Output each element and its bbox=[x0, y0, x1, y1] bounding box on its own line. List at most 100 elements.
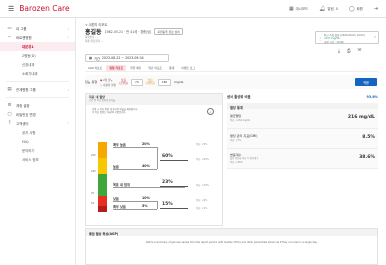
sidebar-item-nephrology[interactable]: 신장내과 bbox=[0, 60, 75, 69]
sidebar-item-ward-1[interactable]: 대분류1 bbox=[0, 42, 75, 51]
toolbar: ⤓ ⎙ ✉ bbox=[338, 48, 361, 54]
sidebar-item-faq[interactable]: FAQ bbox=[0, 137, 75, 146]
tab-agp[interactable]: AGP 리포트 bbox=[85, 65, 105, 71]
tick-250: 250 bbox=[91, 154, 96, 157]
sidebar-item-account[interactable]: ⚙ 계정 설정 bbox=[0, 101, 75, 110]
menu-icon[interactable]: ☰ bbox=[8, 5, 14, 13]
underline bbox=[160, 160, 188, 161]
sidebar-item-gastro[interactable]: 소화기내과 bbox=[0, 69, 75, 78]
dashboard-link[interactable]: ▦ 대시보드 bbox=[289, 6, 308, 12]
gmi-value: 8.5% bbox=[362, 135, 375, 141]
rule bbox=[113, 209, 157, 210]
pct-very-high: 20% bbox=[142, 142, 150, 146]
divider bbox=[6, 97, 69, 98]
diabetes-type-label: 당뇨 유형 bbox=[85, 80, 97, 84]
apply-button[interactable]: 적용 bbox=[355, 78, 377, 86]
main-content: < 내원자 리포트 홍길동 1982-05-21 · 만 41세 · 경증(남)… bbox=[76, 18, 386, 265]
sidebar-item-my-group[interactable]: ▭ 내 그룹 › bbox=[0, 24, 75, 33]
tick-180: 180 bbox=[91, 170, 96, 173]
mean-glucose-value: 216 mg/dL bbox=[347, 115, 375, 121]
radio-custom[interactable]: 사용자 설정 bbox=[100, 83, 116, 87]
tab-events[interactable]: 이벤트 로그 bbox=[178, 65, 198, 71]
status-badge: 회원등록 완료 상태 bbox=[154, 28, 183, 35]
goal-very-low: 목표: <1% bbox=[196, 207, 208, 210]
gear-icon: ⚙ bbox=[7, 103, 12, 108]
patient-info: 1982-05-21 · 만 41세 · 경증(남) bbox=[104, 30, 152, 34]
patient-header: 홍길동 1982-05-21 · 만 41세 · 경증(남) 회원등록 완료 상… bbox=[85, 27, 183, 36]
logout-icon: ⇥ bbox=[373, 5, 378, 12]
tab-stats[interactable]: 통계 bbox=[166, 65, 177, 71]
folder-icon: ▭ bbox=[7, 26, 12, 31]
chevron-icon: ⌃ bbox=[66, 35, 69, 40]
minus-icon: − bbox=[7, 35, 12, 40]
sidebar: ▭ 내 그룹 › − 바로젠병원 ⌃ 대분류1 2병동(D) 신장내과 소화기내과 ▤ 관… bbox=[0, 18, 76, 265]
sidebar-item-inquiry[interactable]: 문의하기 bbox=[0, 146, 75, 155]
goal-target: 목표: >70% bbox=[196, 184, 209, 187]
bell-icon: 🔔︎ bbox=[319, 5, 326, 12]
underline bbox=[160, 208, 188, 209]
underline bbox=[160, 186, 188, 187]
pct-very-low: 5% bbox=[142, 204, 148, 208]
calendar-icon: ▦ bbox=[89, 56, 93, 60]
sidebar-item-support[interactable]: ? 고객센터 ⌃ bbox=[0, 119, 75, 128]
print-icon[interactable]: ⎙ bbox=[347, 48, 351, 54]
cgm-active-value: 93.6% bbox=[366, 94, 378, 99]
card-header: 목표 내 혈당 기간 중 목표 범위내 유지율 bbox=[86, 94, 222, 105]
stats-panel: 센서 활성화 비율 93.6% 혈당 통계 평균혈당 목표: <154 mg/dL 2… bbox=[227, 93, 378, 226]
tick-54: 54 bbox=[91, 202, 95, 205]
more-icon: ⋮ bbox=[318, 35, 322, 41]
radio-type2[interactable]: 2형 당뇨 bbox=[100, 78, 116, 82]
mean-glucose-row: 평균혈당 목표: <154 mg/dL 216 mg/dL bbox=[227, 109, 378, 129]
user-link[interactable]: ◯ 회원 bbox=[349, 6, 363, 12]
pct-low: 10% bbox=[142, 196, 150, 200]
period-picker[interactable]: ▦ 기간 2023-08-22 ~ 2023-09-04 bbox=[85, 54, 169, 62]
top-bar: ☰ Barozen Care ▦ 대시보드 🔔︎ 알림 0 ◯ 회원 ⇥ bbox=[0, 0, 386, 18]
sidebar-item-password[interactable]: ▢ 비밀번호 변경 bbox=[0, 110, 75, 119]
reading-value: 123 mg/dL bbox=[324, 35, 341, 40]
brand: ☰ Barozen Care bbox=[8, 4, 70, 13]
sidebar-item-hospital[interactable]: − 바로젠병원 ⌃ bbox=[0, 33, 75, 42]
lock-icon: ▢ bbox=[7, 112, 12, 117]
alert-link[interactable]: 🔔︎ 알림 0 bbox=[319, 6, 338, 12]
user-icon: ◯ bbox=[348, 5, 355, 12]
tick-70: 70 bbox=[91, 192, 95, 195]
rule bbox=[113, 147, 157, 148]
sidebar-item-ward-2[interactable]: 2병동(D) bbox=[0, 51, 75, 60]
report-tabs: AGP 리포트 일일 리포트 일일 패턴 월간 리포트 통계 이벤트 로그 bbox=[85, 64, 378, 72]
share-icon[interactable]: ✉ bbox=[358, 48, 362, 54]
sidebar-item-notice[interactable]: 공지 사항 bbox=[0, 128, 75, 137]
download-icon[interactable]: ⤓ bbox=[338, 48, 340, 54]
help-icon: ? bbox=[8, 121, 11, 126]
goal-high: 목표: <25% bbox=[196, 158, 209, 161]
agp-description: AGP is a summary of glucose values from … bbox=[145, 241, 318, 244]
cgm-active-row: 센서 활성화 비율 93.6% bbox=[227, 94, 378, 100]
big-low-pct: 15% bbox=[162, 202, 173, 207]
cv-value: 38.6% bbox=[359, 155, 375, 161]
high-label: 높음 (고혈당) bbox=[118, 78, 129, 85]
sidebar-item-service[interactable]: 서비스 정보 bbox=[0, 155, 75, 164]
low-label: 낮음 (저혈당) bbox=[145, 78, 155, 85]
card-note: 측정 시 목표 범위 내 유지된 비율을 의미합니다. 각 목표 범위는 mg/d… bbox=[92, 108, 138, 115]
low-threshold-input[interactable]: 180 bbox=[157, 78, 172, 86]
tab-monthly[interactable]: 월간 리포트 bbox=[145, 65, 165, 71]
bar-very-low bbox=[98, 206, 107, 212]
rule bbox=[113, 169, 157, 170]
bar-low bbox=[98, 196, 107, 206]
zoom-icon[interactable]: ⌕ bbox=[207, 108, 214, 115]
tab-daily[interactable]: 일일 리포트 bbox=[106, 64, 127, 71]
diabetes-type-radio[interactable]: 2형 당뇨 사용자 설정 bbox=[100, 78, 116, 87]
bar-target bbox=[98, 174, 107, 196]
pct-high: 40% bbox=[142, 164, 150, 168]
high-threshold-input[interactable]: 70 bbox=[131, 78, 143, 86]
big-high-pct: 60% bbox=[162, 154, 173, 159]
building-icon: ▤ bbox=[7, 87, 12, 92]
logout-link[interactable]: ⇥ bbox=[374, 6, 378, 12]
unit-label: mg/dL bbox=[174, 80, 184, 84]
latest-reading-card[interactable]: ⋮ 최근 측정 혈당 (2023-09-01 14:02) 123 mg/dL … bbox=[315, 31, 379, 44]
brand-name: Barozen Care bbox=[19, 4, 70, 13]
chevron-icon: › bbox=[67, 87, 69, 92]
cv-row: 변동계수 혈당 변동성 비교 % 변동계수 목표: ≤36% 38.6% bbox=[227, 149, 378, 169]
tab-pattern[interactable]: 일일 패턴 bbox=[127, 65, 144, 71]
patient-name: 홍길동 bbox=[85, 29, 102, 36]
sidebar-item-related[interactable]: ▤ 관계병원 그룹 › bbox=[0, 85, 75, 94]
